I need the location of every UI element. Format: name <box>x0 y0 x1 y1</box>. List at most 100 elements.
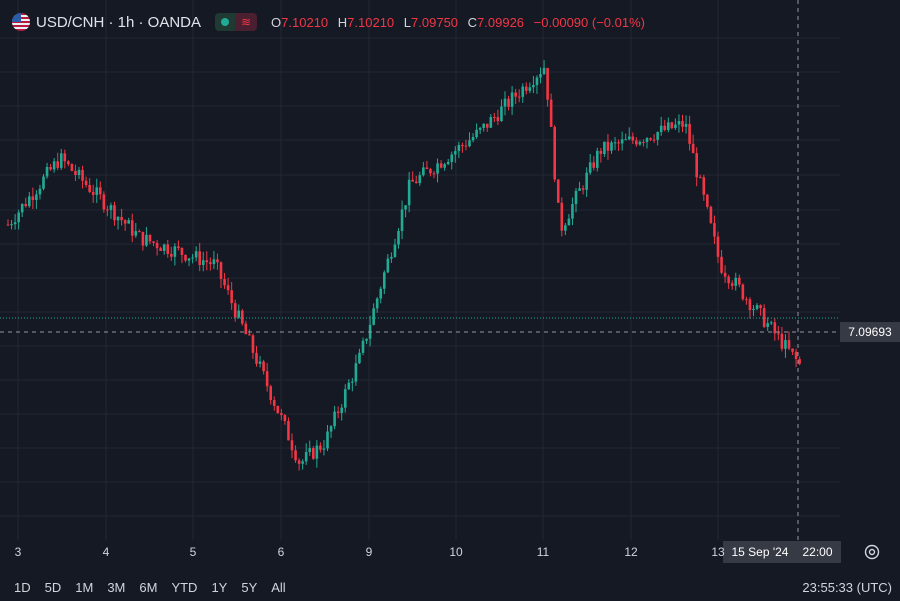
candle-body <box>88 184 91 192</box>
candle-body <box>205 260 209 263</box>
candle-body <box>386 258 390 273</box>
range-all-button[interactable]: All <box>271 580 285 598</box>
candle-body <box>532 85 535 88</box>
candle-body <box>738 277 741 285</box>
candle-body <box>454 151 457 155</box>
candle-body <box>56 161 59 168</box>
candle-body <box>113 205 116 221</box>
candle-body <box>645 138 649 142</box>
candle-body <box>343 389 347 408</box>
range-5d-button[interactable]: 5D <box>45 580 62 598</box>
candle-body <box>677 120 681 125</box>
candle-body <box>162 244 166 251</box>
x-tick-label: 4 <box>102 545 110 559</box>
candle-body <box>620 139 624 144</box>
candle-body <box>170 253 173 257</box>
candle-body <box>578 188 581 191</box>
candle-body <box>464 145 468 147</box>
candle-body <box>312 448 315 459</box>
candle-body <box>10 224 13 226</box>
candle-body <box>351 381 354 383</box>
candle-body <box>361 340 365 353</box>
candle-body <box>762 308 766 327</box>
candle-body <box>400 209 404 231</box>
market-status[interactable]: ≋ <box>215 13 258 31</box>
candle-body <box>379 288 383 299</box>
candle-body <box>702 177 706 195</box>
candle-body <box>226 285 230 291</box>
crosshair-date: 15 Sep '24 <box>731 545 789 559</box>
candle-body <box>280 413 283 416</box>
candle-body <box>130 220 134 236</box>
range-1m-button[interactable]: 1M <box>75 580 93 598</box>
price-chart[interactable] <box>0 0 840 540</box>
candle-body <box>500 106 503 122</box>
candle-body <box>471 136 475 141</box>
x-tick-label: 10 <box>449 545 463 559</box>
ohlc-values: O7.10210 H7.10210 L7.09750 C7.09926 −0.0… <box>271 15 651 30</box>
utc-clock[interactable]: 23:55:33 (UTC) <box>802 580 892 595</box>
candle-body <box>390 256 393 259</box>
candle-body <box>45 167 49 177</box>
candle-body <box>553 126 556 180</box>
candle-body <box>201 260 205 266</box>
candle-body <box>81 169 84 181</box>
candle-body <box>38 188 42 195</box>
candle-body <box>521 86 525 97</box>
candle-body <box>397 230 400 245</box>
candle-body <box>272 400 276 406</box>
candle-body <box>422 167 425 176</box>
range-1d-button[interactable]: 1D <box>14 580 31 598</box>
candle-body <box>635 140 638 145</box>
candle-body <box>745 299 748 301</box>
candle-body <box>617 142 620 144</box>
change-value: −0.00090 (−0.01%) <box>533 14 645 30</box>
candle-body <box>603 141 606 154</box>
candle-body <box>517 96 521 98</box>
range-6m-button[interactable]: 6M <box>139 580 157 598</box>
candle-body <box>777 333 780 335</box>
candle-body <box>798 359 801 364</box>
symbol-label[interactable]: USD/CNH · 1h · OANDA <box>36 14 201 31</box>
candle-body <box>407 179 411 206</box>
range-ytd-button[interactable]: YTD <box>171 580 197 598</box>
candle-body <box>52 161 56 170</box>
candle-body <box>216 259 219 263</box>
candle-body <box>166 244 170 254</box>
candle-body <box>659 125 663 133</box>
candle-body <box>457 144 461 152</box>
crosshair-time-label: 15 Sep '24 22:00 <box>723 541 841 563</box>
candle-body <box>347 382 351 390</box>
candle-body <box>663 125 667 131</box>
candle-body <box>706 194 709 207</box>
candle-body <box>70 164 74 171</box>
candle-body <box>148 234 152 242</box>
candle-body <box>674 124 677 129</box>
range-1y-button[interactable]: 1Y <box>211 580 227 598</box>
candle-body <box>333 411 336 427</box>
candle-body <box>6 224 10 226</box>
candle-body <box>627 136 631 140</box>
candle-body <box>596 150 599 168</box>
crosshair-price-label: 7.09693 <box>840 322 900 342</box>
settings-gear-icon[interactable] <box>863 543 881 561</box>
candle-body <box>212 259 216 265</box>
candle-body <box>95 187 99 195</box>
candle-body <box>478 127 482 130</box>
candle-body <box>482 123 485 128</box>
candle-body <box>784 340 787 349</box>
candle-body <box>542 67 546 75</box>
candle-body <box>560 202 564 231</box>
market-open-dot-icon <box>215 13 236 31</box>
candle-body <box>429 169 432 174</box>
candle-body <box>624 139 627 141</box>
candle-body <box>670 122 674 129</box>
range-5y-button[interactable]: 5Y <box>241 580 257 598</box>
range-3m-button[interactable]: 3M <box>107 580 125 598</box>
candle-body <box>393 244 397 257</box>
candle-body <box>209 262 212 265</box>
candle-body <box>468 140 471 147</box>
candle-body <box>794 351 798 360</box>
candle-body <box>404 205 407 210</box>
candle-body <box>730 283 734 286</box>
